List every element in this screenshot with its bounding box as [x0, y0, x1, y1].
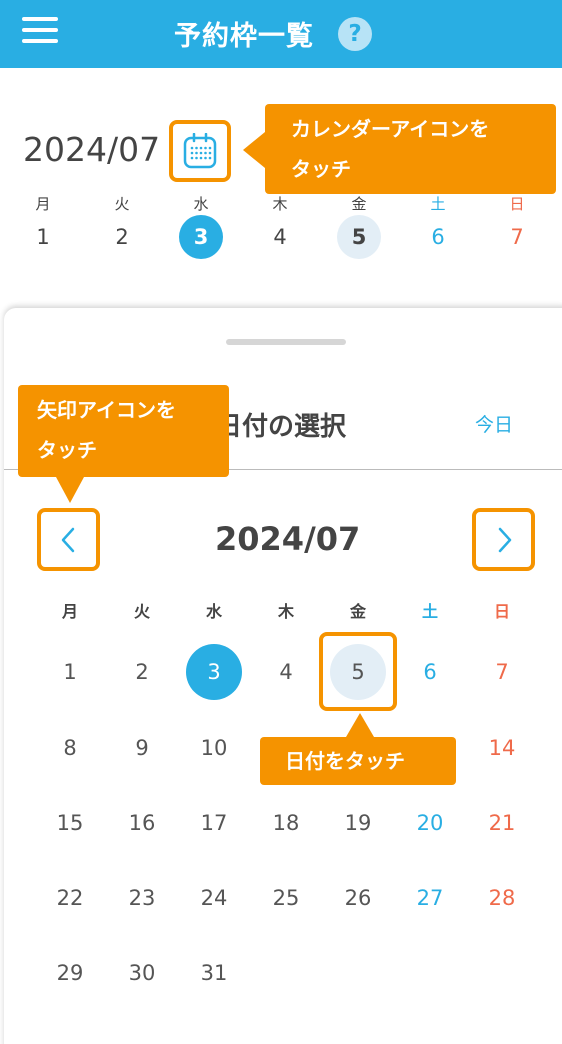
week-date-4[interactable]: 4	[258, 215, 302, 259]
grid-weekday-label: 土	[421, 602, 438, 621]
grid-weekday-label: 金	[349, 602, 366, 621]
previous-month-button[interactable]	[37, 508, 100, 571]
week-strip: 月 1 火 2 水 3 木 4 金 5 土 6 日 7	[0, 193, 562, 263]
grid-weekday-label: 日	[493, 602, 510, 621]
date-callout: 日付をタッチ	[260, 713, 456, 785]
weekday-label: 火	[114, 195, 130, 213]
date-cell-7[interactable]: 7	[474, 644, 530, 700]
date-cell-21[interactable]: 21	[474, 795, 530, 851]
date-cell-4[interactable]: 4	[258, 644, 314, 700]
weekday-label: 日	[509, 195, 525, 213]
date-cell-28[interactable]: 28	[474, 870, 530, 926]
date-cell-18[interactable]: 18	[258, 795, 314, 851]
weekday-label: 木	[272, 195, 288, 213]
selected-date-highlight	[319, 632, 397, 711]
calendar-open-button[interactable]	[169, 120, 231, 182]
date-cell-19[interactable]: 19	[330, 795, 386, 851]
date-cell-15[interactable]: 15	[42, 795, 98, 851]
picker-month-label: 2024/07	[215, 520, 361, 558]
date-cell-8[interactable]: 8	[42, 720, 98, 776]
callout-text: タッチ	[291, 157, 351, 181]
help-icon[interactable]: ?	[338, 17, 372, 51]
week-date-2[interactable]: 2	[100, 215, 144, 259]
hamburger-icon[interactable]	[22, 17, 58, 47]
chevron-right-icon	[498, 527, 512, 553]
date-cell-31[interactable]: 31	[186, 945, 242, 1001]
month-grid: 月火水木金土日123456789101112131415161718192021…	[0, 598, 562, 1018]
week-date-7[interactable]: 7	[495, 215, 539, 259]
page-title: 予約枠一覧	[174, 21, 314, 52]
date-cell-24[interactable]: 24	[186, 870, 242, 926]
weekday-label: 土	[430, 195, 446, 213]
week-date-1[interactable]: 1	[21, 215, 65, 259]
weekday-label: 金	[351, 195, 367, 213]
calendar-icon-callout: カレンダーアイコンを タッチ	[243, 104, 556, 194]
date-cell-10[interactable]: 10	[186, 720, 242, 776]
callout-text: 日付をタッチ	[285, 749, 405, 773]
date-cell-25[interactable]: 25	[258, 870, 314, 926]
week-date-3[interactable]: 3	[179, 215, 223, 259]
date-cell-30[interactable]: 30	[114, 945, 170, 1001]
date-cell-16[interactable]: 16	[114, 795, 170, 851]
callout-text: 矢印アイコンを	[37, 398, 176, 422]
date-cell-26[interactable]: 26	[330, 870, 386, 926]
date-cell-20[interactable]: 20	[402, 795, 458, 851]
date-cell-1[interactable]: 1	[42, 644, 98, 700]
date-cell-14[interactable]: 14	[474, 720, 530, 776]
callout-text: カレンダーアイコンを	[291, 117, 490, 141]
date-cell-9[interactable]: 9	[114, 720, 170, 776]
today-button[interactable]: 今日	[475, 410, 513, 437]
sheet-title: 日付の選択	[216, 412, 347, 442]
arrow-icon-callout: 矢印アイコンを タッチ	[18, 385, 229, 503]
date-cell-29[interactable]: 29	[42, 945, 98, 1001]
calendar-icon	[183, 133, 217, 169]
date-cell-27[interactable]: 27	[402, 870, 458, 926]
date-cell-23[interactable]: 23	[114, 870, 170, 926]
sheet-drag-handle[interactable]	[226, 339, 346, 345]
next-month-button[interactable]	[472, 508, 535, 571]
date-cell-6[interactable]: 6	[402, 644, 458, 700]
current-month-label: 2024/07	[23, 130, 161, 169]
date-cell-2[interactable]: 2	[114, 644, 170, 700]
date-cell-22[interactable]: 22	[42, 870, 98, 926]
grid-weekday-label: 木	[277, 602, 294, 621]
date-cell-3[interactable]: 3	[186, 644, 242, 700]
week-date-6[interactable]: 6	[416, 215, 460, 259]
grid-weekday-label: 月	[61, 602, 78, 621]
app-header: 予約枠一覧 ?	[0, 0, 562, 68]
week-date-5[interactable]: 5	[337, 215, 381, 259]
weekday-label: 月	[35, 195, 51, 213]
grid-weekday-label: 水	[205, 602, 222, 621]
weekday-label: 水	[193, 195, 209, 213]
callout-text: タッチ	[37, 438, 97, 462]
date-cell-17[interactable]: 17	[186, 795, 242, 851]
chevron-left-icon	[61, 527, 75, 553]
grid-weekday-label: 火	[133, 602, 150, 621]
